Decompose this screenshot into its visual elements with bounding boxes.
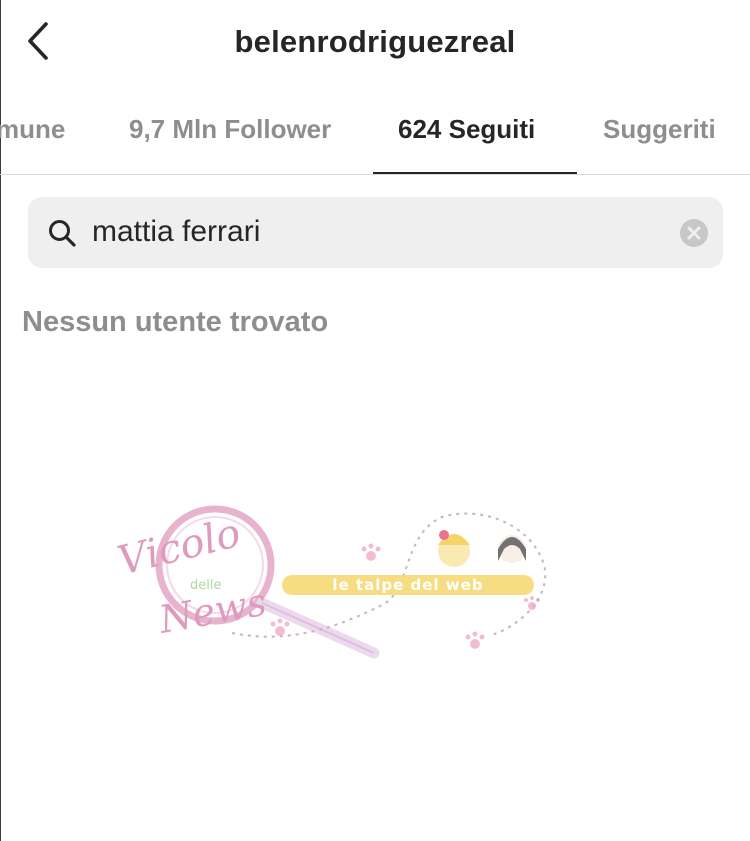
header: belenrodriguezreal xyxy=(0,0,750,88)
watermark-banner-text: le talpe del web xyxy=(332,576,483,594)
page-title: belenrodriguezreal xyxy=(234,24,516,59)
no-results-message: Nessun utente trovato xyxy=(22,306,329,338)
tab-followers[interactable]: 9,7 Mln Follower xyxy=(129,114,331,145)
tab-bar: mune 9,7 Mln Follower 624 Seguiti Sugger… xyxy=(0,96,750,175)
tab-in-comune[interactable]: mune xyxy=(0,114,65,145)
watermark-logo: Vicolo delle News le talpe del web xyxy=(112,505,552,665)
active-tab-indicator xyxy=(373,172,577,174)
search-bar[interactable] xyxy=(28,197,723,268)
search-icon xyxy=(47,218,77,248)
search-input[interactable] xyxy=(92,207,662,257)
tab-suggested[interactable]: Suggeriti xyxy=(603,114,716,145)
clear-search-button[interactable] xyxy=(680,219,708,247)
clear-icon xyxy=(687,226,701,240)
tab-following[interactable]: 624 Seguiti xyxy=(398,114,535,145)
